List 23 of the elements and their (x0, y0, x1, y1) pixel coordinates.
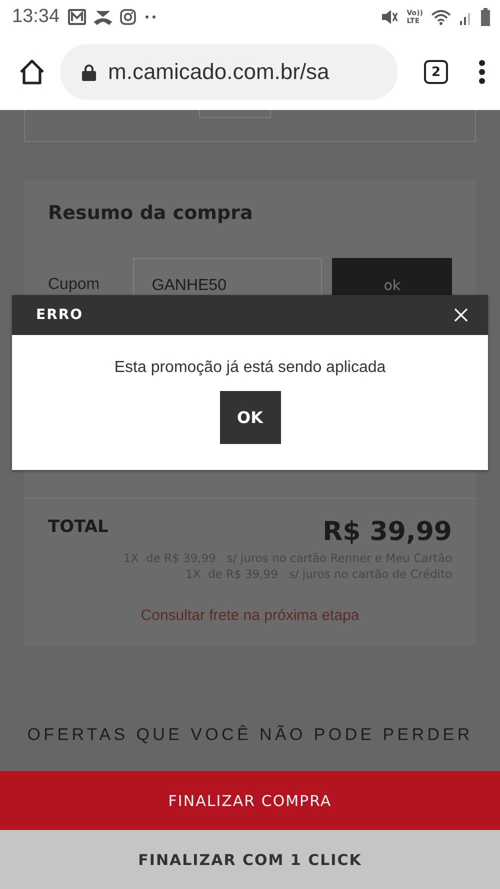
more-notifications-icon (144, 15, 158, 19)
address-bar[interactable]: m.camicado.com.br/sa (60, 44, 398, 100)
coupon-label: Cupom (48, 275, 101, 294)
mute-icon (380, 9, 399, 25)
tab-switcher[interactable]: 2 (424, 60, 448, 84)
missed-call-icon (94, 9, 112, 25)
clock: 13:34 (12, 6, 60, 28)
checkout-button[interactable]: FINALIZAR COMPRA (0, 771, 500, 830)
total-value: R$ 39,99 (322, 517, 452, 547)
battery-icon (481, 8, 490, 26)
dialog-message: Esta promoção já está sendo aplicada (113, 359, 387, 377)
dialog-title: ERRO (36, 307, 84, 323)
home-icon[interactable] (18, 58, 46, 86)
offers-heading: OFERTAS QUE VOCÊ NÃO PODE PERDER (26, 725, 474, 746)
lock-icon (82, 64, 96, 80)
wifi-icon (431, 9, 451, 25)
summary-title: Resumo da compra (48, 202, 254, 224)
menu-icon[interactable] (478, 59, 486, 85)
ok-button[interactable]: OK (220, 391, 280, 444)
camera-icon (120, 9, 136, 25)
one-click-checkout-button[interactable]: FINALIZAR COM 1 CLICK (0, 830, 500, 889)
close-icon[interactable] (454, 308, 468, 322)
total-label: TOTAL (48, 517, 108, 539)
